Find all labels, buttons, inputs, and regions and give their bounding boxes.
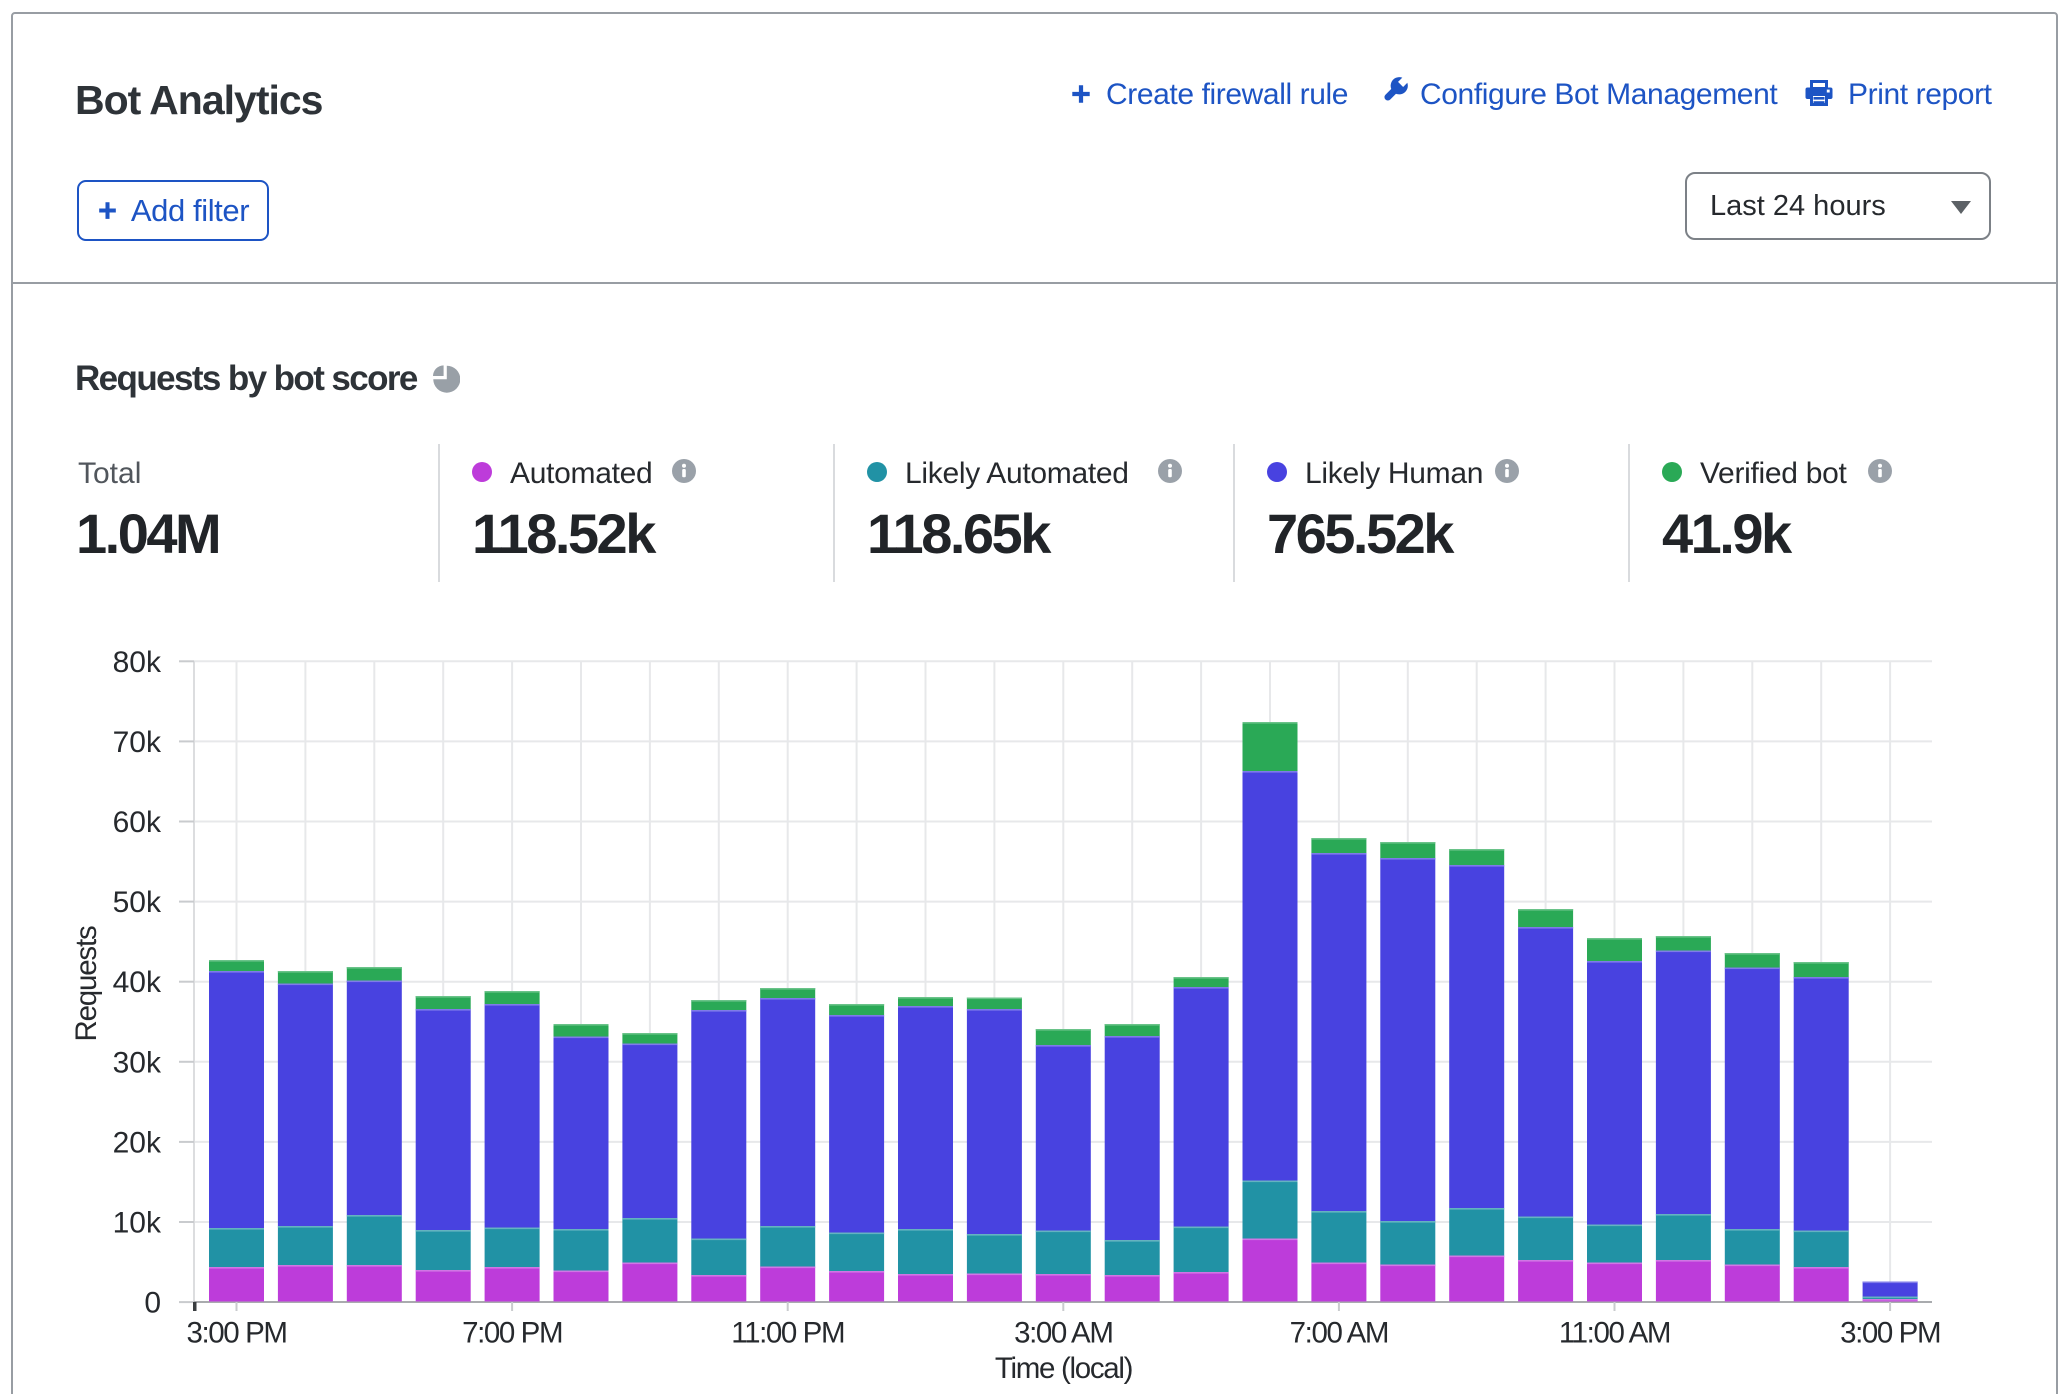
svg-text:3:00 PM: 3:00 PM bbox=[186, 1317, 286, 1350]
svg-text:7:00 PM: 7:00 PM bbox=[462, 1317, 562, 1350]
svg-text:11:00 PM: 11:00 PM bbox=[731, 1317, 844, 1350]
svg-text:3:00 PM: 3:00 PM bbox=[1840, 1317, 1940, 1350]
svg-text:50k: 50k bbox=[113, 886, 162, 919]
svg-text:Requests: Requests bbox=[70, 926, 103, 1041]
svg-text:30k: 30k bbox=[113, 1046, 162, 1079]
svg-text:7:00 AM: 7:00 AM bbox=[1290, 1317, 1388, 1350]
svg-text:11:00 AM: 11:00 AM bbox=[1559, 1317, 1670, 1350]
svg-text:Time (local): Time (local) bbox=[995, 1352, 1132, 1385]
svg-text:0: 0 bbox=[144, 1287, 161, 1320]
svg-text:70k: 70k bbox=[113, 726, 162, 759]
svg-text:80k: 80k bbox=[113, 646, 162, 679]
svg-text:10k: 10k bbox=[113, 1207, 162, 1240]
svg-text:3:00 AM: 3:00 AM bbox=[1014, 1317, 1112, 1350]
svg-text:20k: 20k bbox=[113, 1126, 162, 1159]
svg-text:60k: 60k bbox=[113, 806, 162, 839]
svg-text:40k: 40k bbox=[113, 966, 162, 999]
